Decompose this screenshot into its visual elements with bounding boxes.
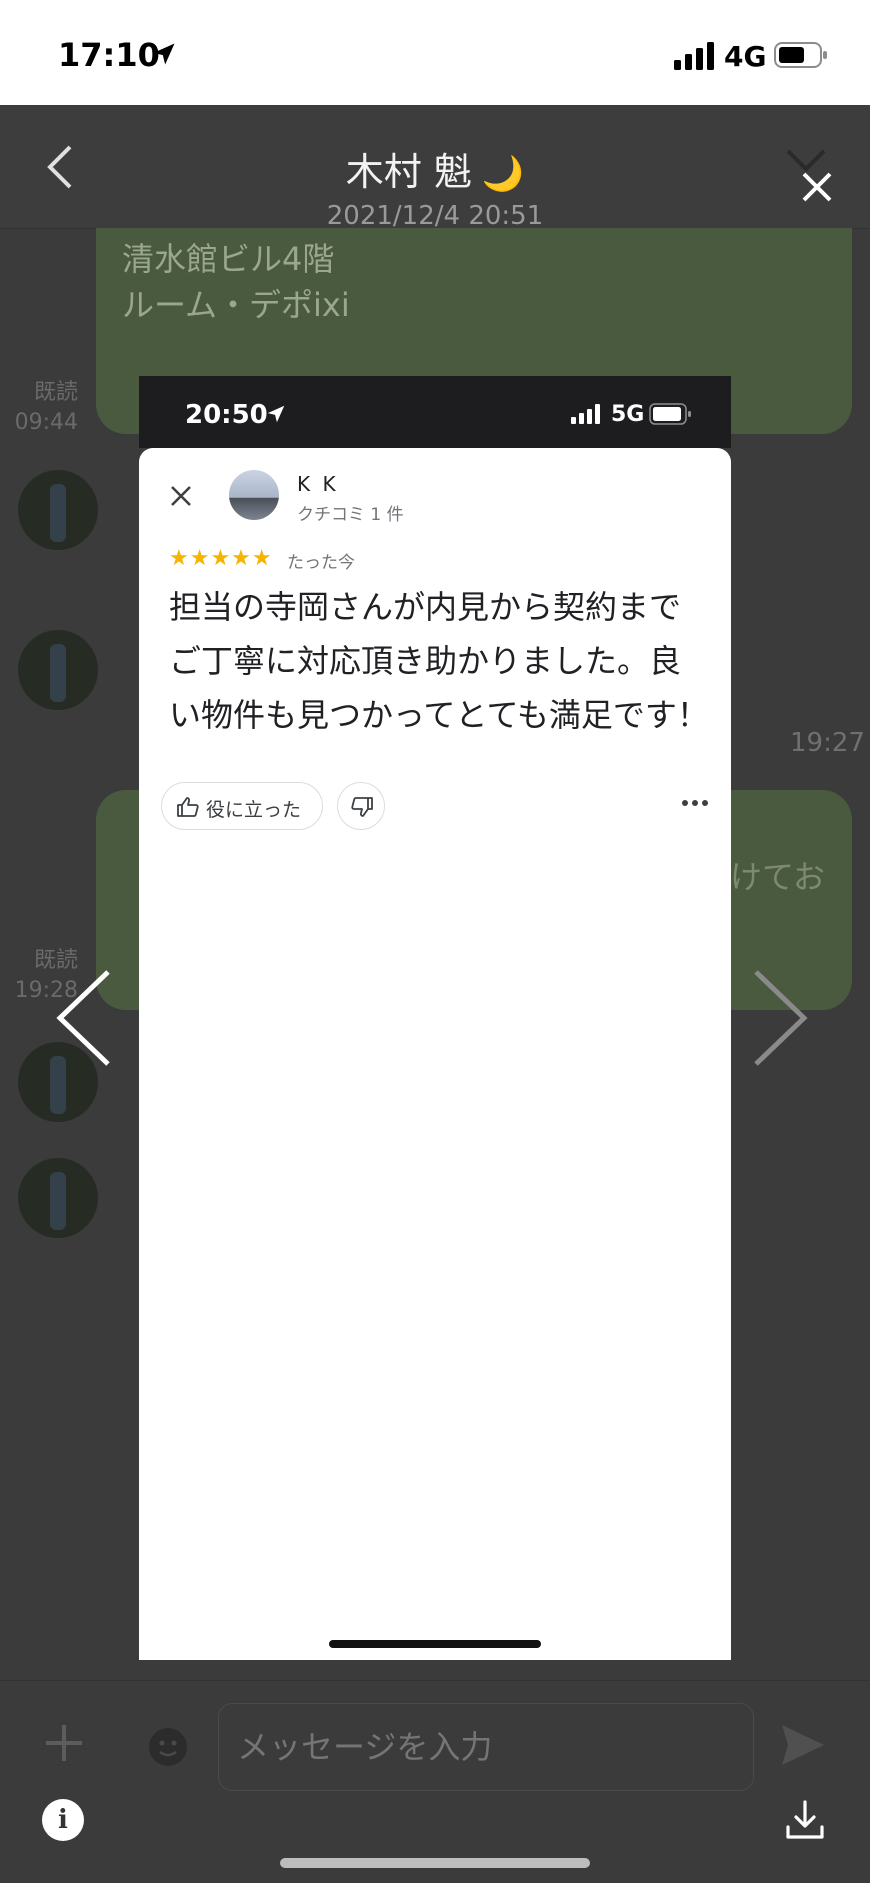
next-image-icon[interactable] [752, 968, 812, 1068]
page-title: 木村 魁 🌙 [0, 141, 870, 196]
helpful-button: 役に立った [161, 782, 323, 830]
avatar[interactable] [18, 470, 98, 550]
home-indicator [280, 1858, 590, 1868]
battery-icon [774, 42, 827, 68]
thumbs-down-icon [351, 797, 373, 817]
preview-status-bar: 20:50 5G [139, 376, 731, 448]
review-time: たった今 [287, 553, 355, 573]
chat-bubble-fragment: けてお [730, 858, 826, 896]
send-icon[interactable] [780, 1723, 826, 1767]
location-arrow-icon [153, 43, 175, 65]
contact-name: 木村 魁 [345, 150, 472, 194]
status-bar: 17:10 4G [0, 0, 870, 105]
review-card: K K クチコミ 1 件 ★★★★★ たった今 担当の寺岡さんが内見から契約まで… [139, 448, 731, 1660]
image-viewer-screen: 17:10 4G 木村 魁 🌙 2021/12/4 20:51 清水館ビル4階 ル… [0, 0, 870, 1883]
previous-image-icon[interactable] [52, 968, 112, 1068]
image-date: 2021/12/4 20:51 [326, 201, 544, 231]
review-text: 担当の寺岡さんが内見から契約までご丁寧に対応頂き助かりました。良い物件も見つかっ… [169, 588, 709, 734]
close-icon[interactable] [800, 170, 834, 204]
download-icon[interactable] [784, 1799, 826, 1841]
info-button[interactable]: i [42, 1799, 84, 1841]
preview-network-type: 5G [611, 402, 645, 427]
moon-emoji: 🌙 [481, 154, 525, 194]
star-rating: ★★★★★ [169, 546, 273, 571]
chat-bubble-line: 清水館ビル4階 [122, 240, 335, 278]
battery-icon [649, 403, 691, 425]
signal-icon [674, 42, 714, 70]
more-options-icon [682, 800, 708, 806]
close-icon [171, 486, 191, 506]
read-label: 既読 [33, 380, 78, 405]
read-receipt: 既読 09:44 [10, 378, 78, 438]
avatar[interactable] [18, 630, 98, 710]
preview-time: 20:50 [185, 400, 268, 430]
message-input[interactable] [218, 1703, 754, 1791]
message-composer: i [0, 1680, 870, 1883]
reviewer-avatar [229, 470, 279, 520]
network-type: 4G [724, 40, 767, 73]
avatar[interactable] [18, 1158, 98, 1238]
status-time: 17:10 [58, 36, 160, 74]
reviewer-name: K K [297, 472, 339, 496]
plus-icon[interactable] [44, 1723, 84, 1763]
chat-header: 木村 魁 🌙 2021/12/4 20:51 [0, 105, 870, 231]
helpful-label: 役に立った [206, 799, 302, 821]
message-time: 19:27 [790, 728, 865, 758]
location-arrow-icon [267, 405, 285, 423]
chat-bubble-line: ルーム・デポixi [122, 286, 350, 324]
unhelpful-button [337, 782, 385, 830]
thumbs-up-icon [177, 797, 199, 817]
signal-icon [571, 404, 600, 424]
reviewer-review-count: クチコミ 1 件 [297, 505, 404, 525]
read-time: 09:44 [14, 410, 78, 435]
emoji-icon[interactable] [148, 1727, 188, 1767]
preview-home-indicator [329, 1640, 541, 1648]
